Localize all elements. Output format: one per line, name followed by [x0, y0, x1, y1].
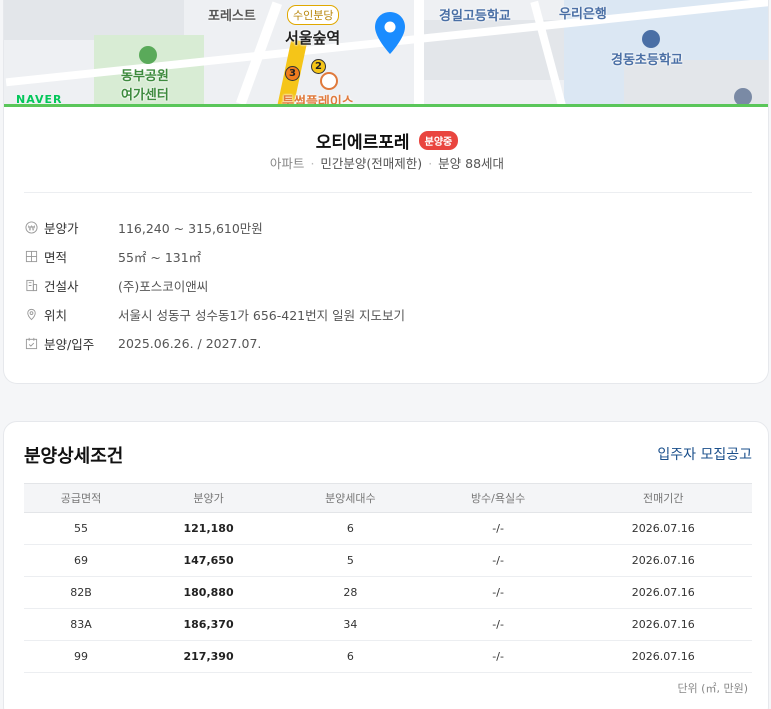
- school-icon: [642, 30, 660, 48]
- svg-text:₩: ₩: [27, 223, 35, 232]
- line2-icon: 2: [311, 59, 326, 74]
- map-label-forest: 포레스트: [208, 9, 256, 24]
- info-label: 건설사: [44, 279, 79, 294]
- won-icon: ₩: [24, 221, 38, 235]
- table-cell-price: 217,390: [138, 640, 280, 673]
- map-label-station: 서울숲역: [285, 29, 341, 47]
- table-header: 방수/욕실수: [421, 483, 575, 513]
- table-cell-units: 6: [279, 640, 422, 673]
- location-icon: [24, 308, 38, 322]
- conditions-card: 분양상세조건 입주자 모집공고 공급면적 분양가 분양세대수 방수/욕실수 전매…: [3, 421, 769, 709]
- listing-units: 분양 88세대: [438, 156, 505, 171]
- info-row-location: 위치 서울시 성동구 성수동1가 656-421번지 일원 지도보기: [24, 300, 752, 329]
- table-cell-resale: 2026.07.16: [574, 512, 752, 545]
- line3-icon: 3: [285, 66, 300, 81]
- info-value: 116,240 ~ 315,610만원: [118, 221, 263, 236]
- table-cell-units: 34: [279, 608, 422, 641]
- table-cell-resale: 2026.07.16: [574, 544, 752, 577]
- listing-card: 포레스트 수인분당 서울숲역 동부공원 여가센터 투썸플레이스 경일고등학교 우…: [3, 0, 769, 384]
- table-cell-price: 147,650: [138, 544, 280, 577]
- page: 포레스트 수인분당 서울숲역 동부공원 여가센터 투썸플레이스 경일고등학교 우…: [0, 0, 771, 709]
- table-cell-area: 83A: [24, 608, 138, 641]
- table-row: 55 121,180 6 -/- 2026.07.16: [24, 512, 752, 545]
- info-value: 2025.06.26. / 2027.07.: [118, 336, 262, 351]
- info-label: 면적: [44, 250, 68, 265]
- cafe-icon: [320, 72, 338, 90]
- map-label-high-school: 경일고등학교: [439, 9, 511, 24]
- listing-type: 아파트: [269, 156, 305, 171]
- table-row: 69 147,650 5 -/- 2026.07.16: [24, 544, 752, 577]
- listing-subtitle: 아파트 · 민간분양(전매제한) · 분양 88세대: [269, 156, 505, 171]
- table-cell-units: 28: [279, 576, 422, 609]
- building-poi-icon: [734, 88, 752, 104]
- table-cell-resale: 2026.07.16: [574, 608, 752, 641]
- status-badge: 분양중: [418, 131, 459, 150]
- map-label-park-center-2: 여가센터: [121, 88, 169, 103]
- area-icon: [24, 250, 38, 264]
- calendar-icon: [24, 337, 38, 351]
- info-label: 분양/입주: [44, 337, 95, 352]
- map-label-elementary: 경동초등학교: [611, 53, 683, 68]
- table-cell-price: 180,880: [138, 576, 280, 609]
- info-row-schedule: 분양/입주 2025.06.26. / 2027.07.: [24, 329, 752, 358]
- map-label-place: 투썸플레이스: [282, 95, 354, 107]
- table-header: 전매기간: [574, 483, 752, 513]
- listing-sale-type: 민간분양(전매제한): [320, 156, 423, 171]
- table-cell-area: 55: [24, 512, 138, 545]
- info-value: 55㎡ ~ 131㎡: [118, 250, 202, 265]
- table-cell-area: 82B: [24, 576, 138, 609]
- listing-title-row: 오티에르포레 분양중: [4, 128, 768, 153]
- info-list: ₩ 분양가 116,240 ~ 315,610만원 면적 55㎡ ~ 131㎡ …: [24, 213, 752, 358]
- section-title: 분양상세조건: [24, 446, 124, 467]
- table-cell-rooms: -/-: [421, 608, 575, 641]
- info-value[interactable]: 서울시 성동구 성수동1가 656-421번지 일원 지도보기: [118, 305, 405, 324]
- unit-note: 단위 (㎡, 만원): [677, 682, 748, 695]
- table-row: 83A 186,370 34 -/- 2026.07.16: [24, 608, 752, 641]
- info-label: 분양가: [44, 221, 79, 236]
- table-cell-rooms: -/-: [421, 576, 575, 609]
- table-header-row: 공급면적 분양가 분양세대수 방수/욕실수 전매기간: [24, 483, 752, 513]
- info-row-builder: 건설사 (주)포스코이앤씨: [24, 271, 752, 300]
- location-pin-icon[interactable]: [372, 10, 408, 58]
- conditions-table: 공급면적 분양가 분양세대수 방수/욕실수 전매기간 55 121,180 6 …: [24, 483, 752, 673]
- naver-logo: NAVER: [16, 93, 63, 106]
- table-cell-resale: 2026.07.16: [574, 640, 752, 673]
- building-icon: [24, 279, 38, 293]
- table-cell-rooms: -/-: [421, 640, 575, 673]
- table-header: 공급면적: [24, 483, 138, 513]
- table-cell-rooms: -/-: [421, 544, 575, 577]
- map-label-park-center-1: 동부공원: [121, 69, 169, 84]
- table-row: 82B 180,880 28 -/- 2026.07.16: [24, 576, 752, 609]
- info-row-area: 면적 55㎡ ~ 131㎡: [24, 242, 752, 271]
- info-value: (주)포스코이앤씨: [118, 279, 209, 294]
- info-label: 위치: [44, 308, 68, 323]
- table-cell-rooms: -/-: [421, 512, 575, 545]
- table-cell-area: 69: [24, 544, 138, 577]
- map[interactable]: 포레스트 수인분당 서울숲역 동부공원 여가센터 투썸플레이스 경일고등학교 우…: [4, 0, 768, 107]
- table-cell-area: 99: [24, 640, 138, 673]
- map-label-bank: 우리은행: [559, 7, 607, 22]
- listing-title: 오티에르포레: [315, 133, 410, 153]
- info-row-price: ₩ 분양가 116,240 ~ 315,610만원: [24, 213, 752, 242]
- park-icon: [139, 46, 157, 64]
- notice-link[interactable]: 입주자 모집공고: [657, 444, 752, 464]
- table-cell-resale: 2026.07.16: [574, 576, 752, 609]
- table-cell-price: 121,180: [138, 512, 280, 545]
- table-header: 분양가: [138, 483, 280, 513]
- table-cell-units: 6: [279, 512, 422, 545]
- table-header: 분양세대수: [279, 483, 422, 513]
- table-cell-price: 186,370: [138, 608, 280, 641]
- table-cell-units: 5: [279, 544, 422, 577]
- table-row: 99 217,390 6 -/- 2026.07.16: [24, 640, 752, 673]
- map-label-suin-line: 수인분당: [287, 5, 340, 25]
- divider: [24, 192, 752, 193]
